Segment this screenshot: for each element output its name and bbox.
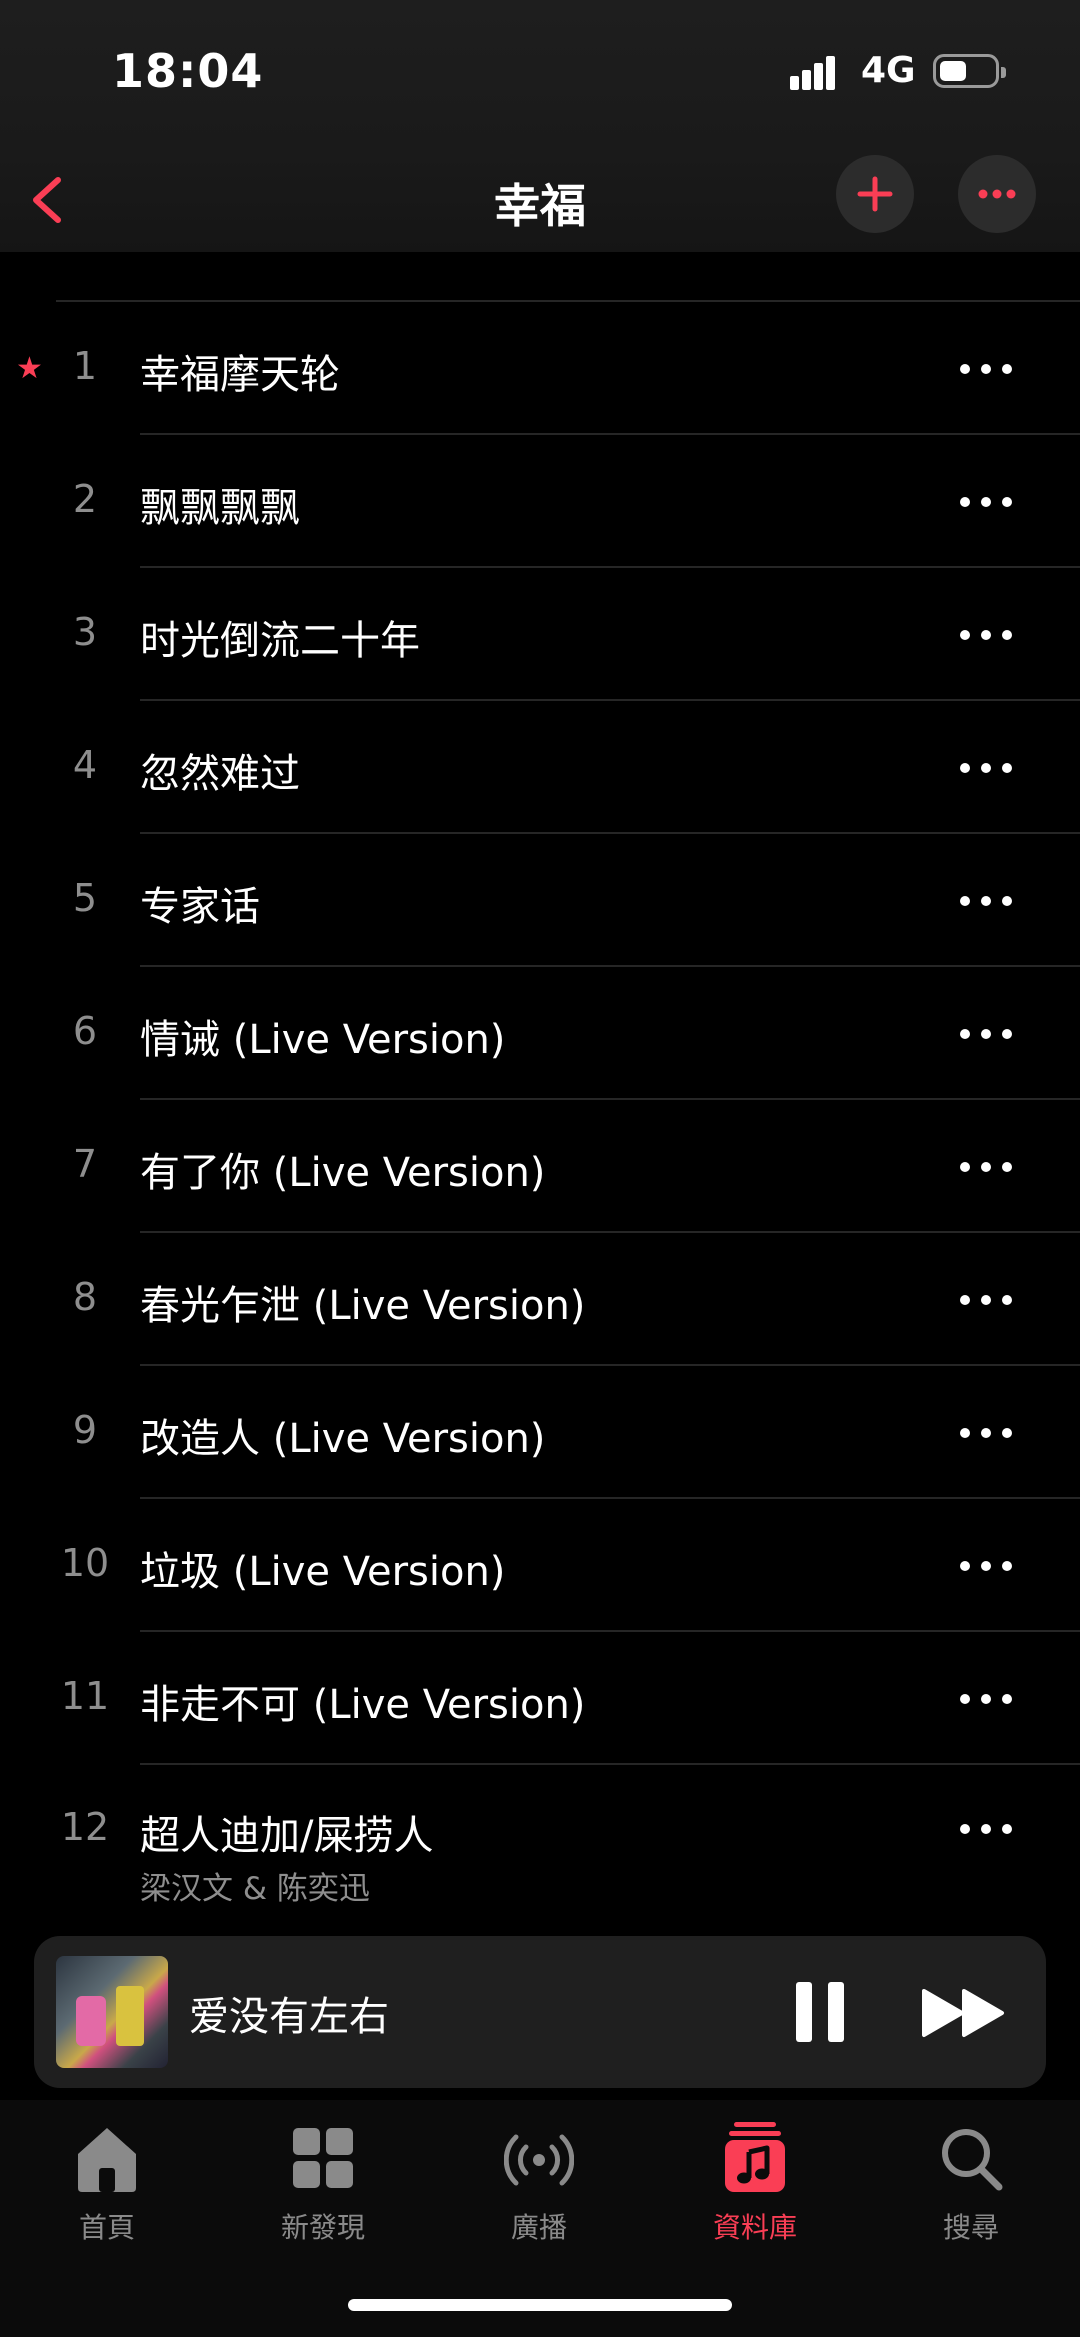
track-more-button[interactable] [960,1690,1016,1710]
cellular-signal-icon [790,54,844,90]
navigation-bar: 幸福 [0,150,1080,250]
plus-icon [857,176,893,212]
track-number: 5 [72,876,98,920]
track-row[interactable]: 7 有了你 (Live Version) [0,1100,1080,1233]
fast-forward-icon [922,1989,1004,2037]
track-more-button[interactable] [960,1025,1016,1045]
track-more-button[interactable] [960,626,1016,646]
track-row[interactable]: 10 垃圾 (Live Version) [0,1499,1080,1632]
track-number: 9 [72,1408,98,1452]
pause-icon [796,1982,812,2042]
network-type: 4G [861,50,916,91]
tab-search[interactable]: 搜尋 [891,2120,1051,2280]
track-row[interactable]: 9 改造人 (Live Version) [0,1366,1080,1499]
more-options-button[interactable] [958,155,1036,233]
track-title: 有了你 (Live Version) [140,1150,546,1196]
page-title: 幸福 [494,179,586,233]
ellipsis-icon [978,189,1016,199]
tab-label: 首頁 [78,2211,135,2244]
grid-icon [293,2128,353,2188]
track-artist: 梁汉文 & 陈奕迅 [140,1871,370,1907]
now-playing-title: 爱没有左右 [189,1994,389,2040]
home-indicator[interactable] [348,2299,732,2311]
track-row[interactable]: 6 情诫 (Live Version) [0,967,1080,1100]
track-more-button[interactable] [960,1557,1016,1577]
track-number: 7 [72,1142,98,1186]
track-more-button[interactable] [960,1158,1016,1178]
tab-radio[interactable]: 廣播 [459,2120,619,2280]
track-number: 6 [72,1009,98,1053]
track-title: 幸福摩天轮 [140,352,340,398]
track-title: 春光乍泄 (Live Version) [140,1283,586,1329]
album-artwork [56,1956,168,2068]
tab-browse[interactable]: 新發現 [243,2120,403,2280]
radio-icon [504,2134,574,2186]
track-more-button[interactable] [960,1424,1016,1444]
track-more-button[interactable] [960,759,1016,779]
home-icon [78,2128,136,2192]
tab-label: 新發現 [280,2211,365,2244]
track-number: 1 [72,344,98,388]
track-title: 垃圾 (Live Version) [140,1549,506,1595]
track-number: 3 [72,610,98,654]
tab-label: 廣播 [510,2211,567,2244]
track-more-button[interactable] [960,1820,1016,1840]
track-row[interactable]: 4 忽然难过 [0,701,1080,834]
track-row[interactable]: 3 时光倒流二十年 [0,568,1080,701]
track-title: 时光倒流二十年 [140,618,420,664]
track-title: 情诫 (Live Version) [140,1017,506,1063]
favorite-star-icon: ★ [16,351,43,386]
track-number: 10 [60,1541,110,1585]
track-row[interactable]: 12 超人迪加/屎捞人 梁汉文 & 陈奕迅 [0,1765,1080,1925]
track-more-button[interactable] [960,1291,1016,1311]
forward-button[interactable] [920,1986,1010,2040]
mini-player[interactable]: 爱没有左右 [34,1936,1046,2088]
track-more-button[interactable] [960,892,1016,912]
track-number: 8 [72,1275,98,1319]
battery-icon [933,54,1006,88]
track-title: 忽然难过 [140,751,300,797]
add-button[interactable] [836,155,914,233]
track-number: 2 [72,477,98,521]
status-time: 18:04 [112,44,264,98]
track-row[interactable]: 5 专家话 [0,834,1080,967]
track-title: 专家话 [140,884,260,930]
track-more-button[interactable] [960,360,1016,380]
tab-label: 資料庫 [712,2211,797,2244]
track-title: 超人迪加/屎捞人 [140,1813,434,1859]
pause-button[interactable] [796,1982,846,2042]
track-more-button[interactable] [960,493,1016,513]
track-title: 非走不可 (Live Version) [140,1682,586,1728]
track-number: 4 [72,743,98,787]
status-bar: 18:04 4G [0,0,1080,140]
track-number: 11 [60,1674,110,1718]
track-number: 12 [60,1805,110,1849]
track-row[interactable]: 8 春光乍泄 (Live Version) [0,1233,1080,1366]
track-row[interactable]: 11 非走不可 (Live Version) [0,1632,1080,1765]
track-row[interactable]: ★ 1 幸福摩天轮 [0,302,1080,435]
track-title: 改造人 (Live Version) [140,1416,546,1462]
library-icon [725,2122,785,2192]
tab-home[interactable]: 首頁 [27,2120,187,2280]
tab-label: 搜尋 [942,2211,999,2244]
search-icon [942,2129,1003,2191]
tab-library[interactable]: 資料庫 [675,2120,835,2280]
track-row[interactable]: 2 飘飘飘飘 [0,435,1080,568]
track-title: 飘飘飘飘 [140,485,300,531]
